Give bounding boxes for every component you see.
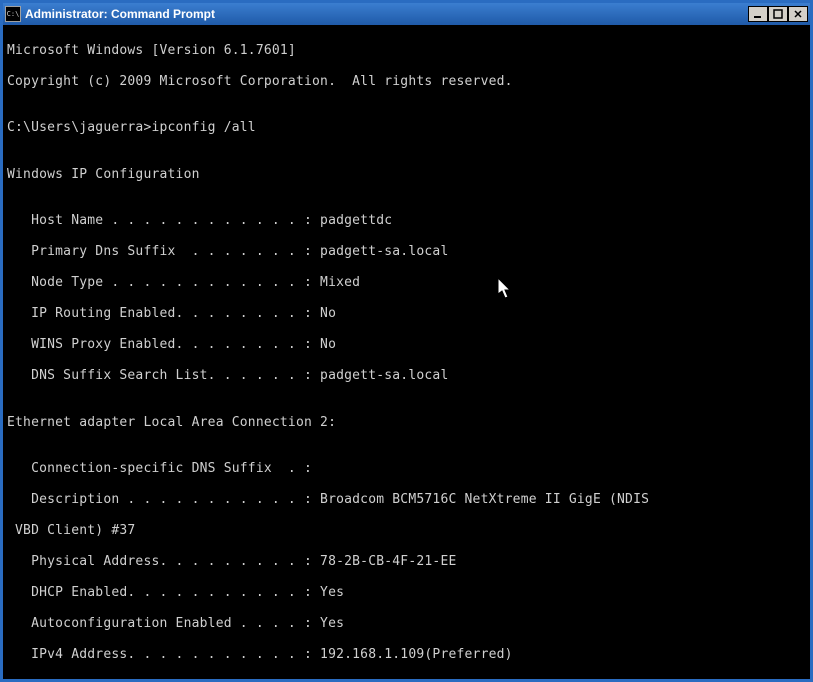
app-icon: C:\ <box>5 6 21 22</box>
output-line: Copyright (c) 2009 Microsoft Corporation… <box>7 74 806 90</box>
close-button[interactable] <box>788 6 808 22</box>
output-line: Node Type . . . . . . . . . . . . : Mixe… <box>7 275 806 291</box>
output-line: WINS Proxy Enabled. . . . . . . . : No <box>7 337 806 353</box>
window-title: Administrator: Command Prompt <box>25 7 748 21</box>
output-line: Subnet Mask . . . . . . . . . . . : 255.… <box>7 678 806 679</box>
output-line: Physical Address. . . . . . . . . : 78-2… <box>7 554 806 570</box>
terminal-output[interactable]: Microsoft Windows [Version 6.1.7601] Cop… <box>3 25 810 679</box>
output-line: Host Name . . . . . . . . . . . . : padg… <box>7 213 806 229</box>
command-prompt-window: C:\ Administrator: Command Prompt Micros… <box>0 0 813 682</box>
output-line: DHCP Enabled. . . . . . . . . . . : Yes <box>7 585 806 601</box>
minimize-button[interactable] <box>748 6 768 22</box>
output-line: Microsoft Windows [Version 6.1.7601] <box>7 43 806 59</box>
maximize-button[interactable] <box>768 6 788 22</box>
output-line: Description . . . . . . . . . . . : Broa… <box>7 492 806 508</box>
section-header: Ethernet adapter Local Area Connection 2… <box>7 415 806 431</box>
window-controls <box>748 6 808 22</box>
output-line: VBD Client) #37 <box>7 523 806 539</box>
output-line: Connection-specific DNS Suffix . : <box>7 461 806 477</box>
output-line: IPv4 Address. . . . . . . . . . . : 192.… <box>7 647 806 663</box>
title-bar[interactable]: C:\ Administrator: Command Prompt <box>3 3 810 25</box>
section-header: Windows IP Configuration <box>7 167 806 183</box>
output-line: IP Routing Enabled. . . . . . . . : No <box>7 306 806 322</box>
output-line: Primary Dns Suffix . . . . . . . : padge… <box>7 244 806 260</box>
output-line: Autoconfiguration Enabled . . . . : Yes <box>7 616 806 632</box>
prompt-line: C:\Users\jaguerra>ipconfig /all <box>7 120 806 136</box>
output-line: DNS Suffix Search List. . . . . . : padg… <box>7 368 806 384</box>
